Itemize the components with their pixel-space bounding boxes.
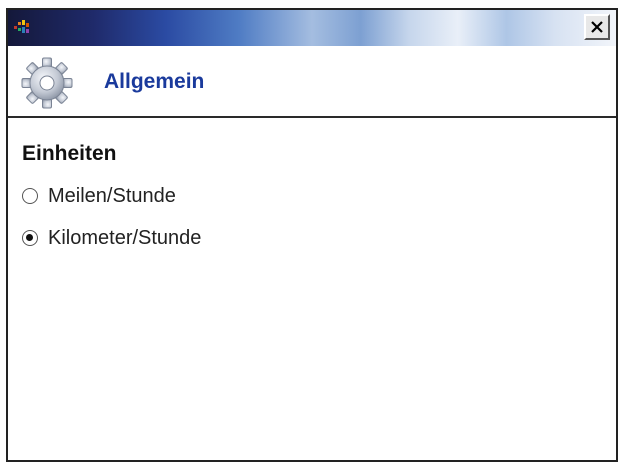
radio-button-unchecked[interactable] bbox=[22, 188, 38, 204]
gear-icon bbox=[21, 57, 73, 109]
radio-option-kilometers-per-hour[interactable]: Kilometer/Stunde bbox=[22, 224, 201, 252]
radio-label: Meilen/Stunde bbox=[48, 184, 176, 207]
radio-option-miles-per-hour[interactable]: Meilen/Stunde bbox=[22, 182, 176, 210]
title-bar bbox=[8, 10, 616, 46]
section-heading-units: Einheiten bbox=[22, 142, 117, 165]
radio-label: Kilometer/Stunde bbox=[48, 226, 202, 249]
close-icon bbox=[591, 21, 603, 33]
page-title: Allgemein bbox=[104, 70, 205, 93]
close-button[interactable] bbox=[584, 14, 610, 40]
settings-window: Allgemein Einheiten Meilen/Stunde Kilome… bbox=[6, 8, 618, 462]
app-icon bbox=[14, 20, 29, 33]
page-header: Allgemein bbox=[8, 46, 616, 118]
radio-button-checked[interactable] bbox=[22, 230, 38, 246]
